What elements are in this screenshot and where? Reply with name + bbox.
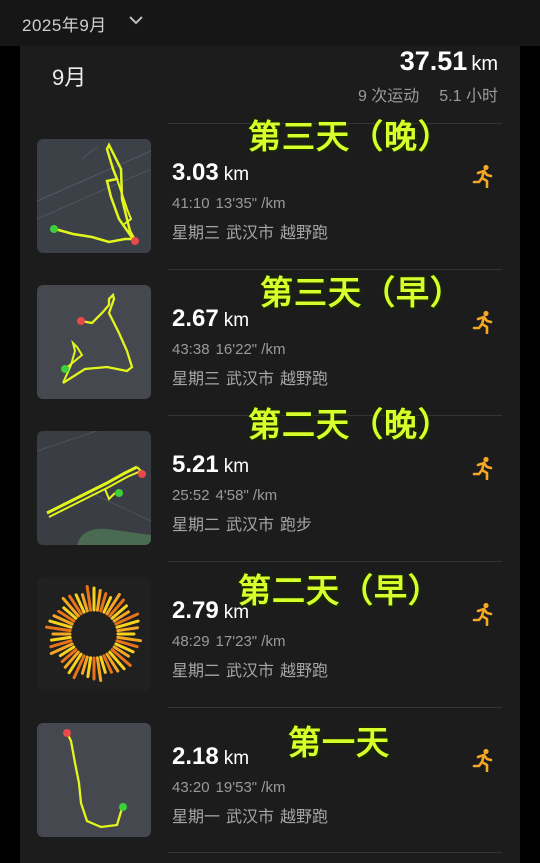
activity-time-pace: 25:52 4'58" /km <box>172 487 277 504</box>
activity-type: 跑步 <box>280 517 313 534</box>
activity-type: 越野跑 <box>280 809 329 826</box>
pace-value: 19'53" /km <box>215 779 286 796</box>
route-stroke <box>49 635 72 642</box>
month-total-distance: 37.51 km <box>400 46 498 77</box>
route-map-thumbnail[interactable] <box>37 431 151 545</box>
route-map-thumbnail[interactable] <box>37 285 151 399</box>
activity-time-pace: 43:38 16'22" /km <box>172 341 285 358</box>
activity-meta: 星期二 武汉市 跑步 <box>172 511 312 535</box>
city: 武汉市 <box>226 517 275 534</box>
duration-value: 43:38 <box>172 341 210 358</box>
month-picker-bar[interactable]: 2025年9月 <box>0 0 540 46</box>
overlay-caption: 第三天（早） <box>260 274 464 311</box>
divider <box>168 561 502 562</box>
activity-type: 越野跑 <box>280 225 329 242</box>
overlay-caption: 第二天（早） <box>238 572 442 609</box>
activity-meta: 星期二 武汉市 越野跑 <box>172 657 328 681</box>
activity-distance: 5.21 km <box>172 451 249 479</box>
weekday: 星期三 <box>172 225 221 242</box>
month-label: 9月 <box>52 65 87 90</box>
duration-value: 41:10 <box>172 195 210 212</box>
total-duration: 5.1 小时 <box>439 88 498 105</box>
route-stroke <box>116 626 140 633</box>
running-person-icon <box>472 748 493 772</box>
activity-type: 越野跑 <box>280 663 329 680</box>
duration-value: 43:20 <box>172 779 210 796</box>
month-summary: 9 次运动 5.1 小时 <box>358 82 498 106</box>
distance-value: 3.03 <box>172 159 219 186</box>
running-person-icon <box>472 456 493 480</box>
month-panel: 9月 37.51 km 9 次运动 5.1 小时 3.03 km 41:10 13'35… <box>20 46 520 863</box>
activity-time-pace: 48:29 17'23" /km <box>172 633 285 650</box>
route-stroke <box>95 588 102 612</box>
duration-value: 48:29 <box>172 633 210 650</box>
overlay-caption: 第一天 <box>288 724 390 761</box>
activity-distance: 2.18 km <box>172 743 249 771</box>
distance-unit: km <box>223 164 250 185</box>
city: 武汉市 <box>226 809 275 826</box>
distance-value: 5.21 <box>172 451 219 478</box>
running-person-icon <box>472 310 493 334</box>
chevron-down-icon[interactable] <box>128 14 144 26</box>
pace-value: 4'58" /km <box>215 487 278 504</box>
activity-meta: 星期三 武汉市 越野跑 <box>172 365 328 389</box>
route-map-thumbnail[interactable] <box>37 139 151 253</box>
city: 武汉市 <box>226 371 275 388</box>
route-map-thumbnail[interactable] <box>37 577 151 691</box>
distance-unit: km <box>223 456 250 477</box>
running-person-icon <box>472 602 493 626</box>
total-distance-unit: km <box>471 53 498 75</box>
distance-value: 2.67 <box>172 305 219 332</box>
pace-value: 16'22" /km <box>215 341 286 358</box>
activity-time-pace: 43:20 19'53" /km <box>172 779 285 796</box>
distance-value: 2.18 <box>172 743 219 770</box>
activity-meta: 星期三 武汉市 越野跑 <box>172 219 328 243</box>
activity-meta: 星期一 武汉市 越野跑 <box>172 803 328 827</box>
distance-unit: km <box>223 310 250 331</box>
route-stroke <box>86 656 93 679</box>
activity-count: 9 次运动 <box>357 88 420 105</box>
weekday: 星期一 <box>172 809 221 826</box>
route-stroke <box>85 584 93 612</box>
divider <box>168 707 502 708</box>
distance-value: 2.79 <box>172 597 219 624</box>
pace-value: 13'35" /km <box>215 195 286 212</box>
year-month-selector[interactable]: 2025年9月 <box>22 11 107 36</box>
route-stroke <box>95 656 103 683</box>
city: 武汉市 <box>226 663 275 680</box>
weekday: 星期三 <box>172 371 221 388</box>
pace-value: 17'23" /km <box>215 633 286 650</box>
route-stroke <box>116 635 143 643</box>
weekday: 星期二 <box>172 517 221 534</box>
activity-distance: 2.67 km <box>172 305 249 333</box>
weekday: 星期二 <box>172 663 221 680</box>
duration-value: 25:52 <box>172 487 210 504</box>
overlay-caption: 第三天（晚） <box>248 118 452 155</box>
overlay-caption: 第二天（晚） <box>248 406 452 443</box>
activity-time-pace: 41:10 13'35" /km <box>172 195 285 212</box>
distance-unit: km <box>223 748 250 769</box>
city: 武汉市 <box>226 225 275 242</box>
route-map-thumbnail[interactable] <box>37 723 151 837</box>
running-person-icon <box>472 164 493 188</box>
total-distance-value: 37.51 <box>399 46 468 76</box>
activity-distance: 3.03 km <box>172 159 249 187</box>
divider <box>168 852 502 853</box>
activity-type: 越野跑 <box>280 371 329 388</box>
route-stroke <box>44 625 72 633</box>
